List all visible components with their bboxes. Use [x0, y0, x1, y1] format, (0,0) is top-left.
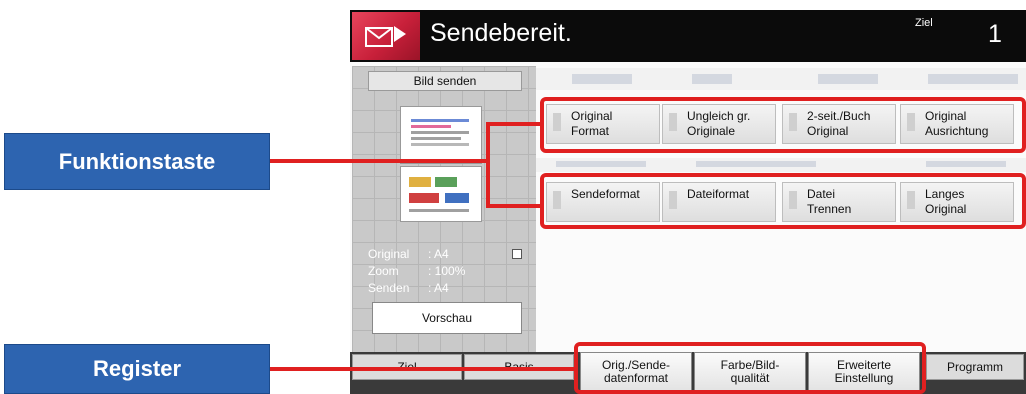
status-bar: Sendebereit. Ziel 1 [350, 10, 1026, 62]
document-info: Original: A4 Zoom: 100% Senden: A4 [368, 246, 528, 297]
callout-connector-line [486, 122, 490, 208]
destination-count: 1 [988, 20, 1002, 48]
function-strip [536, 68, 1026, 90]
function-strip [536, 158, 1026, 172]
register-highlight [574, 342, 926, 394]
info-row-send: Senden: A4 [368, 281, 449, 295]
callout-connector-line [486, 204, 540, 208]
tab-program[interactable]: Programm [926, 354, 1024, 380]
function-key-highlight [540, 97, 1026, 153]
page-icon [512, 249, 522, 259]
preview-button[interactable]: Vorschau [372, 302, 522, 334]
callout-funktionstaste: Funktionstaste [4, 133, 270, 190]
callout-connector-line [486, 122, 540, 126]
callout-connector-line [270, 159, 486, 163]
callout-register: Register [4, 344, 270, 394]
callout-connector-line [270, 367, 574, 371]
info-row-zoom: Zoom: 100% [368, 264, 466, 278]
send-logo-icon [352, 12, 420, 60]
page-thumbnail [400, 106, 482, 164]
page-thumbnail [400, 166, 482, 222]
send-image-button[interactable]: Bild senden [368, 71, 522, 91]
destination-label: Ziel [915, 17, 933, 29]
status-text: Sendebereit. [430, 19, 572, 47]
preview-panel: Bild senden Original: A4 Zoom: 100% Send… [352, 66, 536, 352]
info-row-original: Original: A4 [368, 247, 449, 261]
function-key-highlight [540, 173, 1026, 229]
